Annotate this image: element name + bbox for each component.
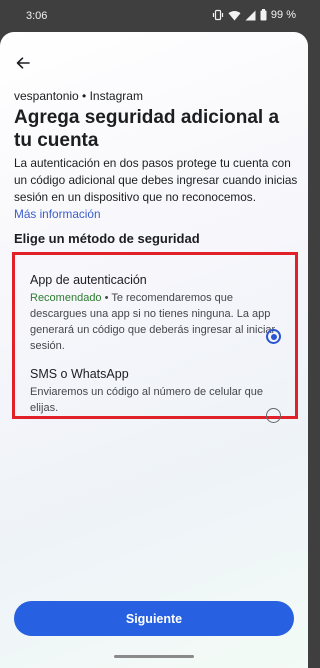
more-info-link[interactable]: Más información: [14, 207, 101, 221]
signal-icon: [245, 10, 256, 21]
arrow-left-icon: [16, 56, 30, 74]
intro-body: La autenticación en dos pasos protege tu…: [14, 156, 298, 204]
option-authenticator-app[interactable]: App de autenticación Recomendado • Te re…: [30, 273, 280, 354]
methods-highlight-box: App de autenticación Recomendado • Te re…: [12, 252, 298, 423]
status-icons: 99 %: [212, 9, 296, 21]
option-sms-whatsapp[interactable]: SMS o WhatsApp Enviaremos un código al n…: [30, 367, 280, 416]
option-authenticator-title: App de autenticación: [30, 273, 147, 287]
account-label: vespantonio • Instagram: [14, 89, 143, 103]
next-button[interactable]: Siguiente: [14, 601, 294, 636]
wifi-icon: [228, 10, 241, 21]
status-bar: 3:06 99 %: [0, 0, 308, 32]
methods-section-title: Elige un método de seguridad: [14, 231, 200, 246]
page-title: Agrega seguridad adicional a tu cuenta: [14, 107, 280, 151]
two-factor-sheet: vespantonio • Instagram Agrega seguridad…: [0, 32, 308, 668]
intro-text: La autenticación en dos pasos protege tu…: [14, 155, 299, 223]
option-sms-title: SMS o WhatsApp: [30, 367, 129, 381]
radio-sms-whatsapp[interactable]: [266, 408, 281, 423]
battery-level: 99 %: [270, 9, 296, 21]
vibrate-icon: [212, 9, 224, 21]
recommended-badge: Recomendado: [30, 292, 102, 304]
option-authenticator-description: Recomendado • Te recomendaremos que desc…: [30, 290, 280, 354]
radio-authenticator-app[interactable]: [266, 329, 281, 344]
battery-icon: [260, 9, 267, 21]
back-button[interactable]: [10, 52, 36, 78]
status-time: 3:06: [26, 10, 48, 22]
recommended-separator: •: [101, 292, 112, 304]
option-sms-description: Enviaremos un código al número de celula…: [30, 386, 263, 414]
home-indicator[interactable]: [114, 655, 194, 658]
